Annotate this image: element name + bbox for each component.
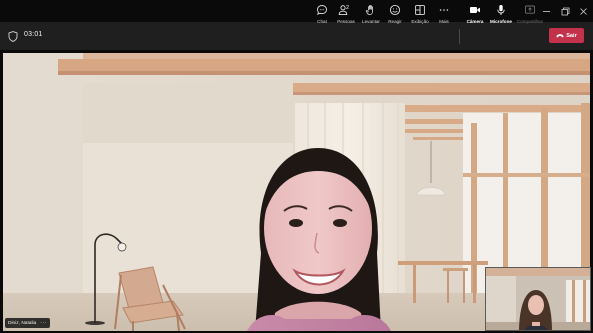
participant-name: Diniz, Natalia <box>8 320 37 326</box>
share-label: Compartilhar <box>516 19 544 24</box>
raise-hand-icon <box>365 5 373 16</box>
microphone-icon <box>497 5 505 15</box>
view-label: Exibição <box>411 19 429 24</box>
camera-icon <box>470 7 480 13</box>
people-button[interactable]: 2 Pessoas <box>336 3 356 27</box>
share-icon <box>525 5 535 14</box>
participant-name-tag: Diniz, Natalia ··· <box>5 318 50 328</box>
more-button[interactable]: Mais <box>435 3 453 27</box>
react-label: Reagir <box>388 19 402 24</box>
phone-icon <box>556 33 564 37</box>
microphone-button[interactable]: Microfone <box>489 3 513 27</box>
people-label: Pessoas <box>337 19 355 24</box>
view-button[interactable]: Exibição <box>409 3 431 27</box>
chat-label: Chat <box>317 19 327 24</box>
camera-button[interactable]: Câmera <box>465 3 485 27</box>
self-view[interactable] <box>485 267 591 331</box>
meeting-timer: 03:01 <box>24 31 43 38</box>
close-window-button[interactable] <box>574 3 592 19</box>
leave-label: Sair <box>566 32 577 39</box>
restore-button[interactable] <box>556 3 574 19</box>
camera-label: Câmera <box>466 19 484 24</box>
raise-hand-button[interactable]: Levantar <box>360 3 382 27</box>
restore-icon <box>561 7 569 15</box>
people-count: 2 <box>346 5 350 11</box>
microphone-label: Microfone <box>490 19 512 24</box>
self-view-video <box>486 268 590 330</box>
raise-hand-label: Levantar <box>362 19 380 24</box>
toolbar-divider <box>459 29 460 44</box>
chat-button[interactable]: Chat <box>313 3 331 27</box>
react-icon <box>389 4 401 16</box>
chat-icon <box>317 5 327 16</box>
leave-button[interactable]: Sair <box>549 28 584 43</box>
view-icon <box>415 5 425 15</box>
close-icon <box>579 7 587 15</box>
shield-icon <box>8 31 18 42</box>
react-button[interactable]: Reagir <box>386 3 404 27</box>
share-button[interactable]: Compartilhar <box>517 3 543 27</box>
more-label: Mais <box>439 19 449 24</box>
participant-more-button[interactable]: ··· <box>40 320 47 326</box>
more-icon <box>439 9 449 11</box>
